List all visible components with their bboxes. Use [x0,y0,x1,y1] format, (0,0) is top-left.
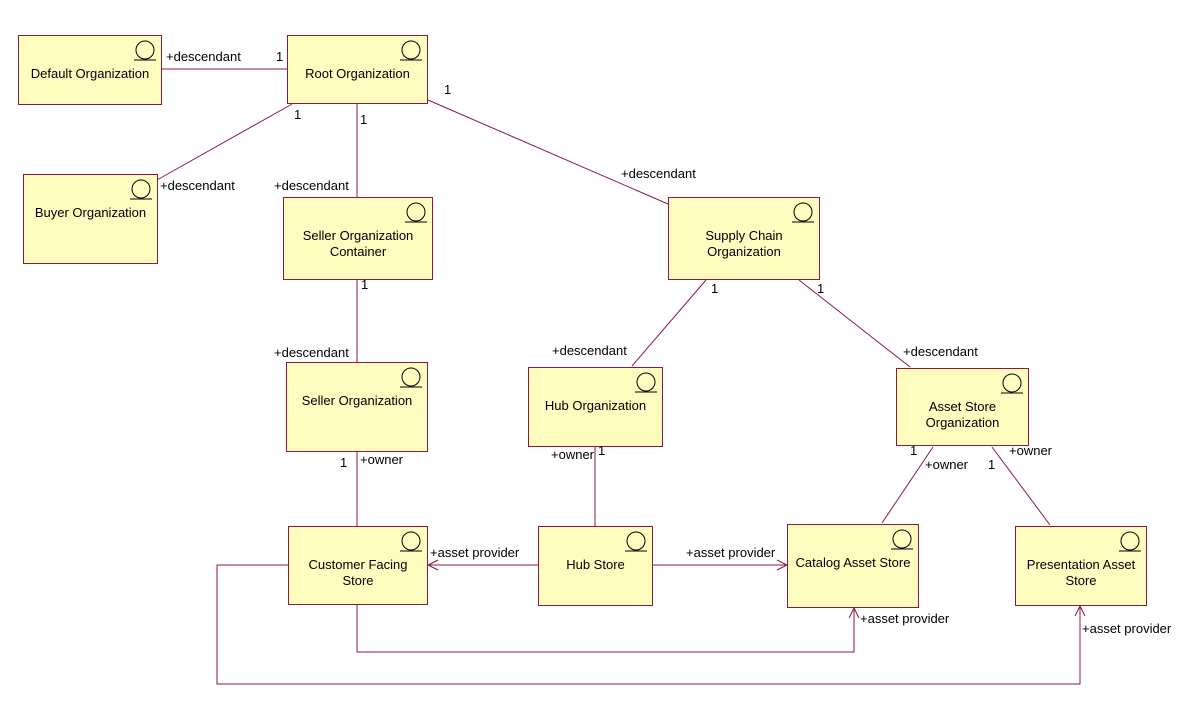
object-name-line-2: Organization [707,244,781,259]
multiplicity-label: 1 [910,443,918,458]
role-label: +owner [551,447,594,462]
assoc-customer-facing-catalog[interactable] [356,605,855,653]
object-customer-facing-store[interactable]: Customer Facing Store [288,526,428,605]
assoc-asset-org-presentation[interactable] [991,446,1051,526]
role-label: +owner [925,457,968,472]
object-name-line-1: Seller Organization [302,228,414,243]
multiplicity-label: 1 [360,112,368,127]
entity-icon [1119,531,1141,552]
object-name-line-1: Asset Store [928,399,997,414]
entity-icon [130,179,152,200]
role-label: +descendant [274,178,349,193]
role-label: +descendant [621,166,696,181]
object-hub-organization[interactable]: Hub Organization [528,367,663,447]
multiplicity-label: 1 [711,281,719,296]
object-name-line-1: Presentation Asset [1026,557,1136,572]
object-asset-store-organization[interactable]: Asset Store Organization [896,368,1029,446]
object-presentation-asset-store[interactable]: Presentation Asset Store [1015,526,1147,606]
multiplicity-label: 1 [598,443,606,458]
assoc-supply-chain-hub-org[interactable] [631,279,707,367]
entity-icon [891,529,913,550]
role-label: +descendant [274,345,349,360]
object-name: Hub Store [566,557,625,572]
object-default-organization[interactable]: Default Organization [18,35,162,105]
role-label: +descendant [160,178,235,193]
object-seller-organization-container[interactable]: Seller Organization Container [283,197,433,280]
object-buyer-organization[interactable]: Buyer Organization [23,174,158,264]
object-name-line-2: Organization [925,415,1000,430]
object-name: Catalog Asset Store [795,555,911,570]
object-catalog-asset-store[interactable]: Catalog Asset Store [787,524,919,608]
assoc-root-supply-chain[interactable] [427,99,669,205]
role-label: +descendant [903,344,978,359]
object-name-line-1: Customer Facing [308,557,408,572]
object-seller-organization[interactable]: Seller Organization [286,362,428,452]
multiplicity-label: 1 [444,82,452,97]
multiplicity-label: 1 [988,457,996,472]
object-hub-store[interactable]: Hub Store [538,526,653,606]
role-label: +descendant [552,343,627,358]
object-supply-chain-organization[interactable]: Supply Chain Organization [668,197,820,280]
object-name-line-1: Supply Chain [705,228,783,243]
assoc-supply-chain-asset-store-org[interactable] [798,279,911,368]
entity-icon [792,202,814,223]
multiplicity-label: 1 [340,455,348,470]
object-name-line-2: Store [342,573,374,588]
multiplicity-label: 1 [294,107,302,122]
role-label: +owner [360,452,403,467]
entity-icon [405,202,427,223]
connector-layer [156,68,1086,685]
diagram-canvas: Default Organization Root Organization B… [0,0,1204,727]
role-label: +asset provider [1082,621,1172,636]
object-name: Root Organization [305,66,410,81]
object-name-line-2: Store [1065,573,1097,588]
entity-icon [625,531,647,552]
multiplicity-label: 1 [817,281,825,296]
multiplicity-label: 1 [361,277,369,292]
entity-icon [400,367,422,388]
object-name: Buyer Organization [34,205,147,220]
object-name-line-2: Container [329,244,387,259]
entity-icon [400,531,422,552]
multiplicity-label: 1 [276,49,284,64]
assoc-root-buyer[interactable] [156,103,293,181]
entity-icon [1001,373,1023,394]
entity-icon [134,40,156,61]
object-name: Default Organization [30,66,150,81]
object-name: Hub Organization [544,398,647,413]
object-root-organization[interactable]: Root Organization [287,35,428,104]
role-label: +owner [1009,443,1052,458]
entity-icon [400,40,422,61]
object-name: Seller Organization [301,393,413,408]
role-label: +descendant [166,49,241,64]
role-label: +asset provider [860,611,950,626]
entity-icon [635,372,657,393]
role-label: +asset provider [430,545,520,560]
role-label: +asset provider [686,545,776,560]
